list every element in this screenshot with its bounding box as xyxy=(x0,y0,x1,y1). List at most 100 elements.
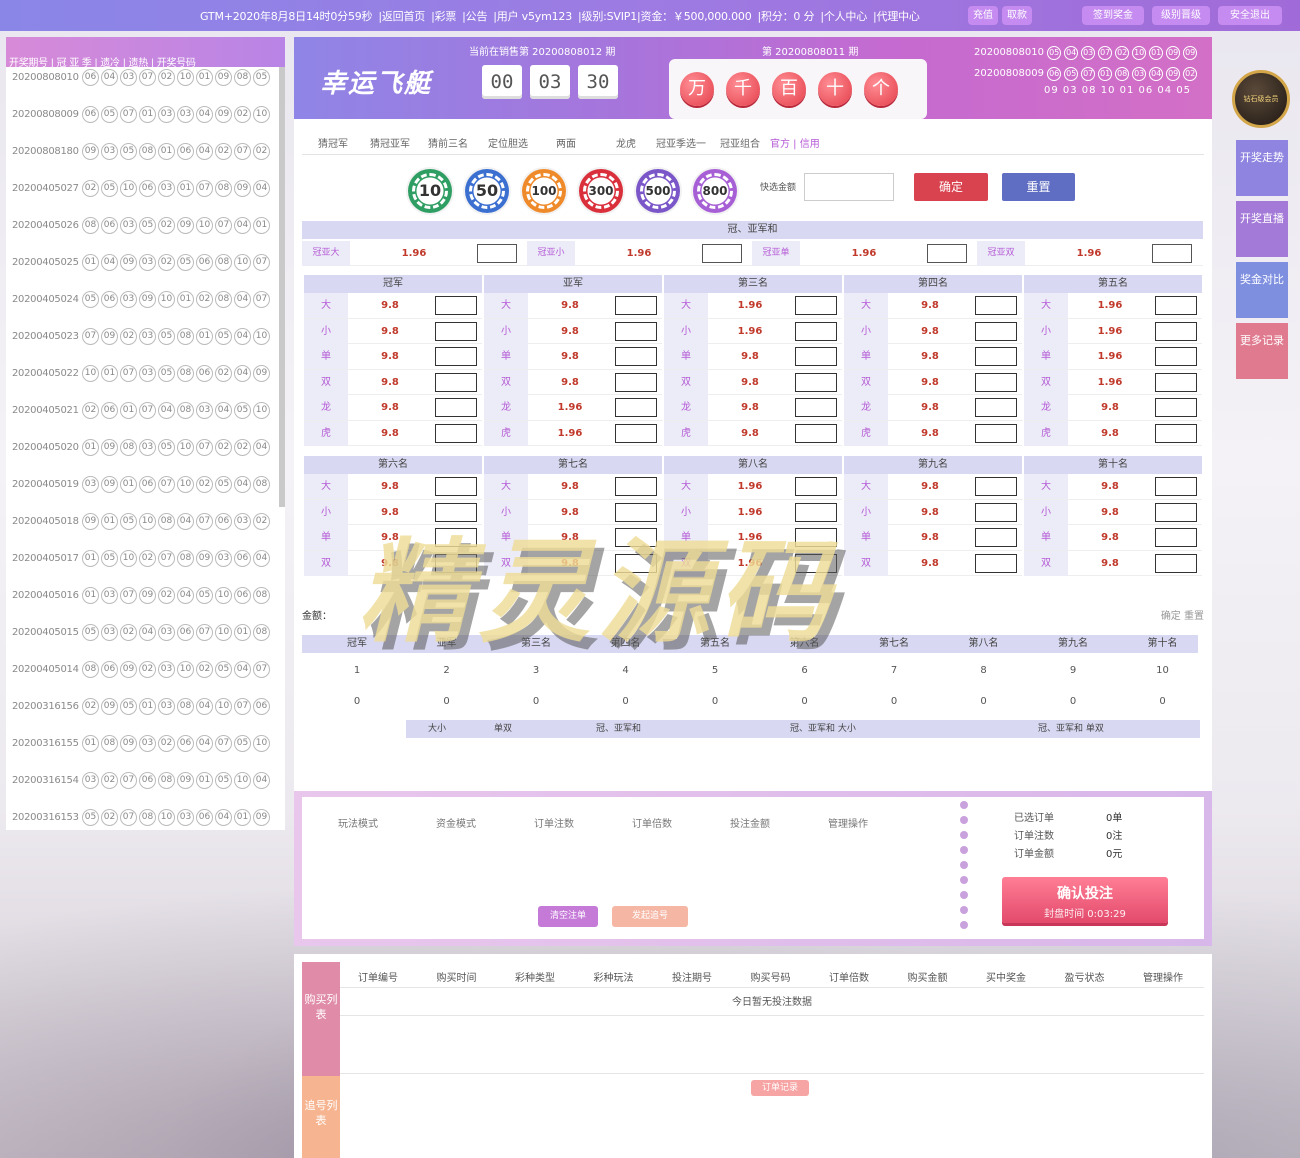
bet-amount-input[interactable] xyxy=(975,347,1017,366)
bet-amount-input[interactable] xyxy=(1155,553,1197,573)
bet-amount-input[interactable] xyxy=(435,347,477,366)
rank-block: 第十名大 9.8 小 9.8 单 9.8 双 9.8 xyxy=(1024,456,1202,576)
bet-amount-input[interactable] xyxy=(615,423,657,443)
top-link-3[interactable]: |公告 xyxy=(462,10,487,23)
tab-4[interactable]: 两面 xyxy=(556,135,576,150)
tab-3[interactable]: 定位胆选 xyxy=(488,135,528,150)
sign-bonus-button[interactable]: 签到奖金 xyxy=(1082,6,1144,25)
bet-amount-input[interactable] xyxy=(435,502,477,522)
bet-amount-input[interactable] xyxy=(975,528,1017,547)
bet-amount-input[interactable] xyxy=(1155,347,1197,366)
level-up-button[interactable]: 级别晋级 xyxy=(1152,6,1210,25)
bet-amount-input[interactable] xyxy=(975,477,1017,496)
top-link-8[interactable]: |代理中心 xyxy=(873,10,920,23)
bet-amount-input[interactable] xyxy=(795,477,837,496)
bet-amount-input[interactable] xyxy=(795,347,837,366)
order-record-button[interactable]: 订单记录 xyxy=(751,1080,809,1096)
continue-orders-button[interactable]: 发起追号 xyxy=(612,906,688,927)
bet-amount-input[interactable] xyxy=(435,398,477,417)
bet-amount-input[interactable] xyxy=(615,347,657,366)
tab-2[interactable]: 猜前三名 xyxy=(428,135,468,150)
right-nav-item[interactable]: 开奖走势 xyxy=(1236,140,1288,196)
right-nav-item[interactable]: 开奖直播 xyxy=(1236,201,1288,257)
bet-amount-input[interactable] xyxy=(1155,423,1197,443)
bet-amount-input[interactable] xyxy=(615,528,657,547)
top-link-4[interactable]: |用户 v5ym123 xyxy=(493,10,572,23)
bet-amount-input[interactable] xyxy=(1155,502,1197,522)
bet-amount-input[interactable] xyxy=(975,502,1017,522)
tab-1[interactable]: 猜冠亚军 xyxy=(370,135,410,150)
bet-amount-input[interactable] xyxy=(1155,398,1197,417)
purchase-list-tab[interactable]: 购买列表 xyxy=(302,962,340,1076)
sum-input[interactable] xyxy=(477,244,517,263)
bet-amount-input[interactable] xyxy=(795,528,837,547)
history-ball: 05 xyxy=(234,735,251,752)
bet-amount-input[interactable] xyxy=(975,553,1017,573)
bet-amount-input[interactable] xyxy=(435,477,477,496)
sum-input[interactable] xyxy=(702,244,742,263)
bet-amount-input[interactable] xyxy=(795,321,837,341)
bet-amount-input[interactable] xyxy=(975,296,1017,315)
rank-title: 第四名 xyxy=(844,275,1022,293)
tab-8[interactable]: 官方 | 信用 xyxy=(770,135,820,150)
tab-7[interactable]: 冠亚组合 xyxy=(720,135,760,150)
right-nav-item[interactable]: 奖金对比 xyxy=(1236,262,1288,318)
top-link-5[interactable]: |级别:SVIP1|资金：￥500,000.000 xyxy=(578,10,752,23)
chip-300[interactable]: 300 xyxy=(579,169,623,213)
confirm-button[interactable]: 确定 xyxy=(914,173,988,201)
amount-actions[interactable]: 确定 重置 xyxy=(1161,607,1204,622)
bet-amount-input[interactable] xyxy=(615,372,657,392)
bet-amount-input[interactable] xyxy=(615,477,657,496)
chip-50[interactable]: 50 xyxy=(465,169,509,213)
sum-input[interactable] xyxy=(927,244,967,263)
top-link-2[interactable]: |彩票 xyxy=(431,10,456,23)
bet-amount-input[interactable] xyxy=(615,398,657,417)
history-scrollbar[interactable] xyxy=(279,67,285,507)
bet-amount-input[interactable] xyxy=(1155,528,1197,547)
bet-amount-input[interactable] xyxy=(435,423,477,443)
bet-amount-input[interactable] xyxy=(975,372,1017,392)
bet-amount-input[interactable] xyxy=(615,296,657,315)
sum-input[interactable] xyxy=(1152,244,1192,263)
logout-button[interactable]: 安全退出 xyxy=(1218,6,1282,25)
bet-amount-input[interactable] xyxy=(615,502,657,522)
bet-amount-input[interactable] xyxy=(975,321,1017,341)
bet-amount-input[interactable] xyxy=(1155,477,1197,496)
tab-6[interactable]: 冠亚季选一 xyxy=(656,135,706,150)
chip-100[interactable]: 100 xyxy=(522,169,566,213)
bet-amount-input[interactable] xyxy=(795,398,837,417)
top-link-7[interactable]: |个人中心 xyxy=(820,10,867,23)
top-link-1[interactable]: |返回首页 xyxy=(378,10,425,23)
chip-500[interactable]: 500 xyxy=(636,169,680,213)
chip-10[interactable]: 10 xyxy=(408,169,452,213)
bet-amount-input[interactable] xyxy=(1155,372,1197,392)
bet-amount-input[interactable] xyxy=(975,423,1017,443)
quick-amount-input[interactable] xyxy=(804,173,894,201)
bet-amount-input[interactable] xyxy=(435,321,477,341)
right-nav-item[interactable]: 更多记录 xyxy=(1236,323,1288,379)
tab-5[interactable]: 龙虎 xyxy=(616,135,636,150)
chip-800[interactable]: 800 xyxy=(693,169,737,213)
bet-amount-input[interactable] xyxy=(795,502,837,522)
bet-amount-input[interactable] xyxy=(795,423,837,443)
tab-0[interactable]: 猜冠军 xyxy=(318,135,348,150)
bet-amount-input[interactable] xyxy=(975,398,1017,417)
clear-orders-button[interactable]: 清空注单 xyxy=(538,906,598,927)
bet-amount-input[interactable] xyxy=(795,553,837,573)
bet-amount-input[interactable] xyxy=(795,372,837,392)
bet-amount-input[interactable] xyxy=(615,321,657,341)
bet-amount-input[interactable] xyxy=(435,553,477,573)
reset-button[interactable]: 重置 xyxy=(1002,173,1075,201)
bet-amount-input[interactable] xyxy=(1155,296,1197,315)
bet-amount-input[interactable] xyxy=(435,296,477,315)
bet-amount-input[interactable] xyxy=(435,528,477,547)
bet-amount-input[interactable] xyxy=(1155,321,1197,341)
bet-amount-input[interactable] xyxy=(795,296,837,315)
recharge-button[interactable]: 充值 xyxy=(968,6,998,25)
bet-amount-input[interactable] xyxy=(615,553,657,573)
withdraw-button[interactable]: 取款 xyxy=(1002,6,1032,25)
confirm-bet-button[interactable]: 确认投注 封盘时间 0:03:29 xyxy=(1002,877,1168,923)
chase-list-tab[interactable]: 追号列表 xyxy=(302,1076,340,1158)
top-link-6[interactable]: |积分：0 分 xyxy=(758,10,815,23)
bet-amount-input[interactable] xyxy=(435,372,477,392)
